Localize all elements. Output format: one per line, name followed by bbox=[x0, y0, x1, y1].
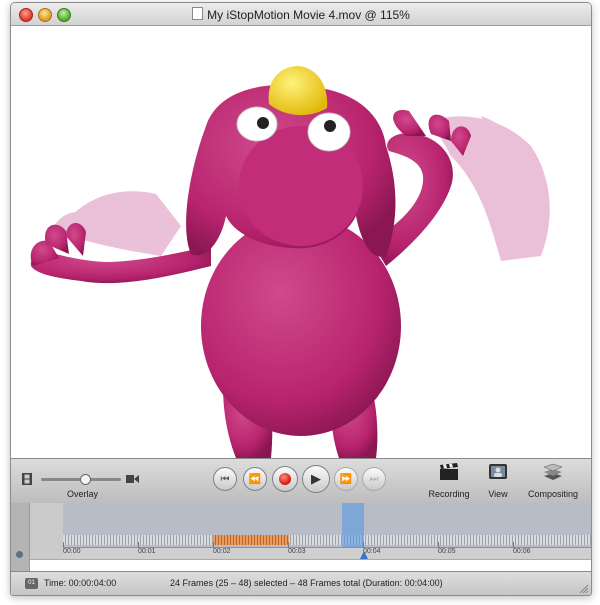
playhead-icon[interactable] bbox=[360, 551, 368, 559]
monitor-icon bbox=[489, 464, 507, 479]
rewind-icon: ⏪ bbox=[248, 473, 262, 485]
record-button[interactable] bbox=[272, 466, 298, 492]
status-bar: 01 Time: 00:00:04:00 24 Frames (25 – 48)… bbox=[11, 571, 591, 595]
tick-label: 00:00 bbox=[63, 542, 81, 555]
clay-character-image bbox=[30, 66, 550, 458]
video-preview[interactable] bbox=[11, 26, 591, 458]
tick-label: 00:05 bbox=[438, 542, 456, 555]
highlighted-frames[interactable] bbox=[213, 535, 289, 545]
view-tool[interactable]: View bbox=[483, 463, 513, 499]
go-to-end-button[interactable]: ⏭ bbox=[362, 467, 386, 491]
skip-forward-icon: ⏭ bbox=[369, 473, 379, 485]
window-title-wrap: My iStopMotion Movie 4.mov @ 115% bbox=[11, 7, 591, 22]
timeline-gutter bbox=[11, 503, 30, 571]
recording-label: Recording bbox=[428, 489, 470, 499]
selection-summary: 24 Frames (25 – 48) selected – 48 Frames… bbox=[170, 578, 443, 588]
video-camera-icon bbox=[126, 475, 139, 483]
go-to-start-button[interactable]: ⏮ bbox=[213, 467, 237, 491]
tick-label: 00:02 bbox=[213, 542, 231, 555]
recording-tool[interactable]: Recording bbox=[427, 463, 471, 499]
tick-label: 00:01 bbox=[138, 542, 156, 555]
tick-label: 00:06 bbox=[513, 542, 531, 555]
toolbar: Overlay ⏮ ⏪ ▶ ⏩ ⏭ Recording View Composi… bbox=[11, 458, 591, 504]
clapperboard-icon bbox=[440, 463, 458, 480]
film-strip-icon bbox=[22, 473, 32, 485]
play-button[interactable]: ▶ bbox=[302, 465, 330, 493]
tick-label: 00:03 bbox=[288, 542, 306, 555]
compositing-label: Compositing bbox=[527, 489, 579, 499]
time-readout: Time: 00:00:04:00 bbox=[44, 578, 117, 588]
compositing-tool[interactable]: Compositing bbox=[523, 463, 583, 499]
overlay-label: Overlay bbox=[67, 489, 99, 499]
main-window: My iStopMotion Movie 4.mov @ 115% Overla… bbox=[10, 2, 592, 596]
view-label: View bbox=[488, 489, 508, 499]
window-title: My iStopMotion Movie 4.mov @ 115% bbox=[207, 8, 410, 22]
step-forward-button[interactable]: ⏩ bbox=[334, 467, 358, 491]
fast-forward-icon: ⏩ bbox=[339, 473, 353, 485]
record-icon bbox=[279, 473, 291, 485]
layers-icon bbox=[543, 463, 563, 480]
overlay-slider-knob[interactable] bbox=[80, 474, 91, 485]
frame-counter-icon[interactable]: 01 bbox=[25, 578, 38, 589]
title-bar[interactable]: My iStopMotion Movie 4.mov @ 115% bbox=[11, 3, 591, 26]
skip-back-icon: ⏮ bbox=[220, 473, 230, 485]
resize-grip-icon[interactable] bbox=[578, 583, 589, 594]
document-icon bbox=[192, 7, 204, 20]
frame-strip[interactable] bbox=[63, 535, 591, 545]
timeline-marker-dot bbox=[16, 551, 23, 558]
timeline[interactable]: 00:00 00:01 00:02 00:03 00:04 00:05 00:0… bbox=[11, 503, 591, 572]
play-icon: ▶ bbox=[311, 471, 321, 486]
timeline-leader bbox=[30, 503, 63, 559]
step-back-button[interactable]: ⏪ bbox=[243, 467, 267, 491]
